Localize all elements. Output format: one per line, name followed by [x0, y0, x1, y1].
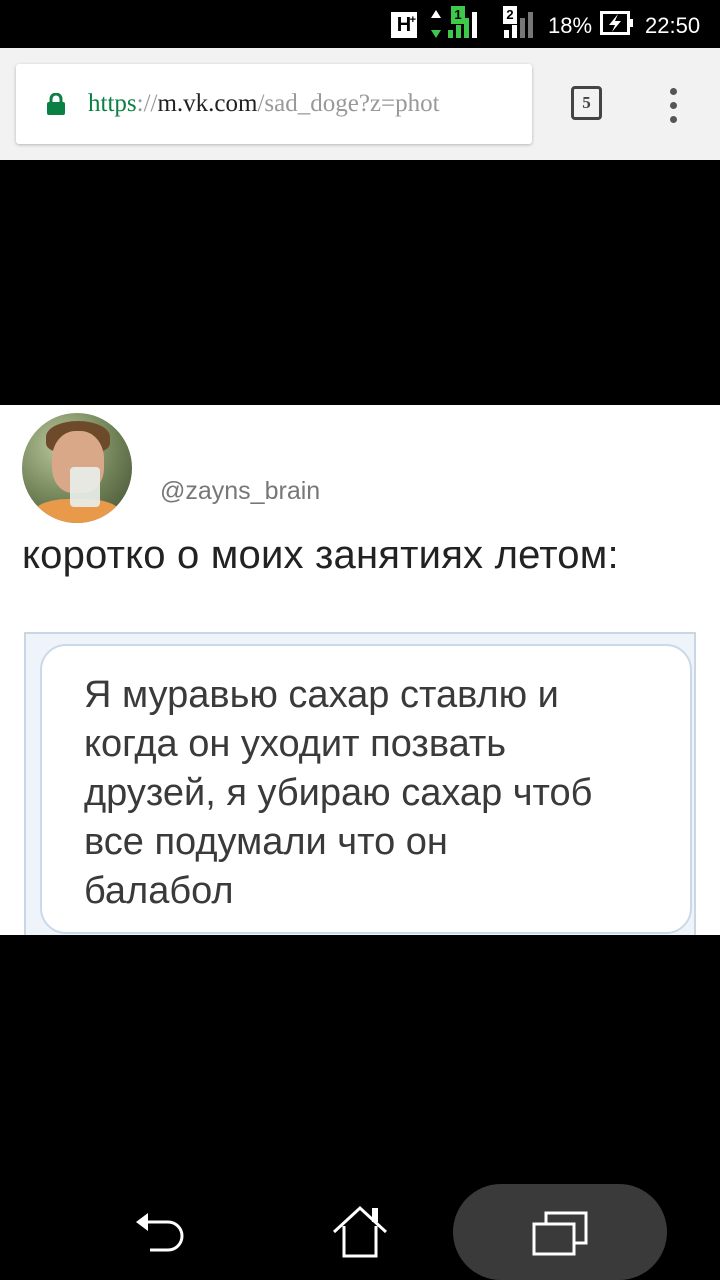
photo-viewer[interactable]: @zayns_brain коротко о моих занятиях лет… [0, 160, 720, 1280]
network-type-sup: + [409, 14, 416, 26]
message-line: когда он уходит позвать [84, 723, 507, 765]
message-line: все подумали что он [84, 821, 448, 863]
url-text[interactable]: https://m.vk.com/sad_doge?z=phot [88, 90, 518, 118]
message-screenshot: Я муравью сахар ставлю и когда он уходит… [24, 632, 696, 935]
message-line: балабол [84, 870, 234, 912]
menu-dot [670, 88, 677, 95]
address-bar[interactable]: https://m.vk.com/sad_doge?z=phot [16, 64, 532, 144]
menu-dot [670, 116, 677, 123]
tweet-text: коротко о моих занятиях летом: [22, 533, 619, 577]
avatar [22, 413, 132, 523]
message-text: Я муравью сахар ставлю и когда он уходит… [84, 671, 684, 916]
clock: 22:50 [645, 13, 701, 38]
tab-count: 5 [582, 93, 591, 112]
back-icon[interactable] [132, 1208, 188, 1256]
user-handle: @zayns_brain [160, 477, 321, 505]
signal-sim1-icon [448, 12, 477, 38]
battery-percent: 18% [548, 13, 593, 38]
lock-icon [47, 93, 65, 115]
recents-icon[interactable] [530, 1210, 590, 1256]
message-line: друзей, я убираю сахар чтоб [84, 772, 593, 814]
url-host: m.vk.com [157, 90, 258, 117]
network-type-icon: H + [391, 12, 417, 38]
browser-toolbar: https://m.vk.com/sad_doge?z=phot 5 [0, 48, 720, 160]
overflow-menu-icon[interactable] [662, 86, 686, 126]
menu-dot [670, 102, 677, 109]
message-line: Я муравью сахар ставлю и [84, 674, 559, 716]
url-path: /sad_doge?z=phot [257, 90, 440, 117]
message-bubble: Я муравью сахар ставлю и когда он уходит… [40, 644, 692, 934]
data-activity-icon [431, 10, 441, 38]
tabs-button[interactable]: 5 [571, 86, 602, 120]
post-image[interactable]: @zayns_brain коротко о моих занятиях лет… [0, 405, 720, 935]
battery-charging-icon [600, 11, 633, 35]
url-separator: :// [136, 90, 158, 117]
navigation-bar [0, 1180, 720, 1280]
signal-sim2-icon [504, 12, 533, 38]
status-bar: H + 1 2 18% 22:50 [0, 0, 720, 48]
url-scheme: https [88, 90, 137, 117]
home-icon[interactable] [330, 1202, 390, 1262]
